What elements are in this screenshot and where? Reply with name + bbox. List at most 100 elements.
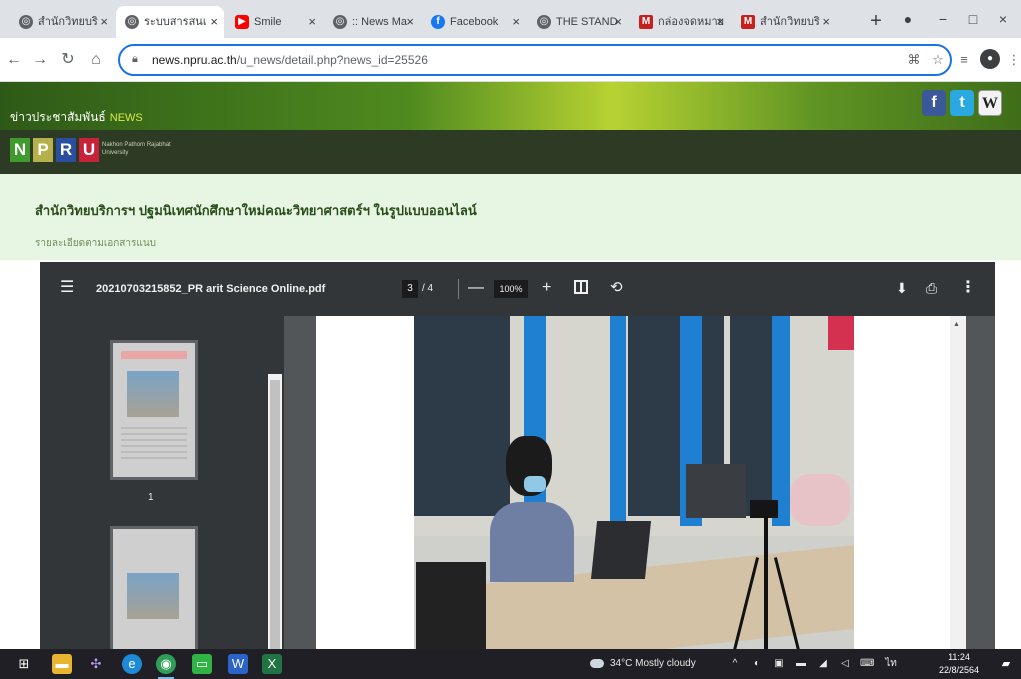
close-icon[interactable]: × (100, 6, 108, 38)
twitter-icon[interactable]: t (950, 90, 974, 116)
thumbnail-label: 1 (148, 492, 154, 503)
tab-label: กล่องจดหมาย (658, 16, 725, 28)
lock-icon[interactable]: 🔒︎ (132, 53, 138, 66)
tab-label: ระบบสารสนเ (144, 16, 207, 28)
pdf-page (316, 316, 950, 650)
article-photo (414, 316, 854, 650)
close-icon[interactable]: × (716, 6, 724, 38)
logo-letter: P (33, 138, 53, 162)
teams-icon[interactable]: ✣ (86, 654, 106, 674)
keyboard-icon[interactable]: ⌨ (860, 656, 874, 672)
pdf-viewer[interactable]: ☰ 20210703215852_PR arit Science Online.… (40, 262, 995, 650)
close-icon[interactable]: × (512, 6, 520, 38)
page-thumbnail[interactable] (110, 340, 198, 480)
close-window-button[interactable]: × (988, 6, 1018, 32)
article-subtitle: รายละเอียดตามเอกสารแนบ (35, 238, 157, 249)
windows-start-icon[interactable]: ⊞ (14, 654, 34, 674)
gmail-icon: M (639, 15, 653, 29)
page-scrollbar[interactable]: ▲ (950, 316, 966, 650)
file-explorer-icon[interactable]: ▬ (52, 654, 72, 674)
browser-tab[interactable]: M กล่องจดหมาย × (630, 6, 730, 38)
close-icon[interactable]: × (210, 6, 218, 38)
youtube-icon: ▶ (235, 15, 249, 29)
close-icon[interactable]: × (406, 6, 414, 38)
address-bar[interactable]: 🔒︎ news.npru.ac.th/u_news/detail.php?new… (118, 44, 952, 76)
gmail-icon: M (741, 15, 755, 29)
word-icon[interactable]: W (228, 654, 248, 674)
browser-tab[interactable]: ◎ สำนักวิทยบริ × (10, 6, 114, 38)
sidebar-scrollbar[interactable] (268, 374, 282, 650)
reading-list-icon[interactable]: ≡ (952, 48, 976, 72)
logo-letter: R (56, 138, 76, 162)
browser-toolbar: ← → ↻ ⌂ 🔒︎ news.npru.ac.th/u_news/detail… (0, 38, 1021, 82)
browser-tab-active[interactable]: ◎ ระบบสารสนเ × (116, 6, 224, 38)
page-thumbnail[interactable] (110, 526, 198, 650)
chrome-profile-icon[interactable]: ● (893, 6, 923, 32)
more-options-icon[interactable]: ⋮ (960, 277, 976, 299)
cloud-icon (590, 658, 604, 668)
zoom-out-button[interactable]: — (468, 277, 484, 299)
weather-widget[interactable]: 34°C Mostly cloudy (590, 649, 696, 679)
npru-logo[interactable]: N P R U (10, 138, 99, 162)
new-tab-button[interactable]: + (862, 8, 890, 36)
zoom-level-input[interactable]: 100% (494, 280, 528, 298)
minimize-button[interactable]: − (928, 6, 958, 32)
facebook-icon: f (431, 15, 445, 29)
close-icon[interactable]: × (822, 6, 830, 38)
page-number-input[interactable]: 3 (402, 280, 418, 298)
tab-label: Smile (254, 16, 282, 28)
wikipedia-icon[interactable]: W (978, 90, 1002, 116)
browser-tab[interactable]: M สำนักวิทยบริ × (732, 6, 836, 38)
facebook-icon[interactable]: f (922, 90, 946, 116)
bookmark-star-icon[interactable]: ☆ (926, 48, 950, 72)
taskbar: ⊞ ▬ ✣ e ◉ ▭ W X 34°C Mostly cloudy ^ ◐ ▣… (0, 649, 1021, 679)
fit-page-icon[interactable] (574, 280, 588, 294)
system-clock[interactable]: 11:24 22/8/2564 (935, 651, 983, 677)
site-title[interactable]: ข่าวประชาสัมพันธ์ NEWS (10, 108, 143, 127)
security-icon[interactable]: ◐ (750, 656, 764, 672)
more-menu-icon[interactable]: ⋮ (1002, 48, 1021, 72)
globe-icon: ◎ (537, 15, 551, 29)
line-icon[interactable]: ▭ (192, 654, 212, 674)
forward-button[interactable]: → (28, 48, 52, 72)
rotate-icon[interactable]: ⟲ (610, 277, 623, 299)
zoom-in-button[interactable]: + (542, 277, 551, 299)
pdf-toolbar: ☰ 20210703215852_PR arit Science Online.… (40, 262, 995, 316)
browser-tab[interactable]: ◎ :: News Ma × (324, 6, 420, 38)
browser-tab[interactable]: ▶ Smile × (226, 6, 322, 38)
pdf-filename: 20210703215852_PR arit Science Online.pd… (96, 283, 326, 295)
scroll-up-icon[interactable]: ▲ (953, 321, 963, 328)
notification-icon[interactable]: ▰ (998, 656, 1014, 672)
tab-label: :: News Ma (352, 16, 408, 28)
hamburger-menu-icon[interactable]: ☰ (60, 278, 74, 298)
tab-label: Facebook (450, 16, 499, 28)
chrome-icon[interactable]: ◉ (156, 654, 176, 679)
maximize-button[interactable]: □ (958, 6, 988, 32)
app-tray-icon[interactable]: ▣ (772, 656, 786, 672)
reload-button[interactable]: ↻ (56, 48, 80, 72)
close-icon[interactable]: × (614, 6, 622, 38)
home-icon[interactable]: ⌂ (84, 48, 108, 72)
article-header: สำนักวิทยบริการฯ ปฐมนิเทศนักศึกษาใหม่คณะ… (0, 174, 1021, 260)
translate-icon[interactable]: ⌘ (902, 48, 926, 72)
clock-date: 22/8/2564 (938, 665, 980, 675)
page-total: / 4 (422, 283, 434, 294)
print-icon[interactable]: ⎙ (926, 277, 937, 299)
avatar[interactable]: ● (980, 49, 1000, 69)
chevron-up-icon[interactable]: ^ (728, 656, 742, 672)
download-icon[interactable]: ⬇ (896, 277, 908, 299)
site-header: ข่าวประชาสัมพันธ์ NEWS N P R U Nakhon Pat… (0, 82, 1021, 174)
chat-icon[interactable]: ▬ (794, 656, 808, 672)
language-indicator[interactable]: ไท (884, 656, 898, 672)
edge-icon[interactable]: e (122, 654, 142, 674)
excel-icon[interactable]: X (262, 654, 282, 674)
logo-letter: U (79, 138, 99, 162)
url-text: news.npru.ac.th/u_news/detail.php?news_i… (152, 53, 428, 67)
clock-time: 11:24 (948, 652, 970, 662)
volume-icon[interactable]: ◁ (838, 656, 852, 672)
browser-tab[interactable]: f Facebook × (422, 6, 526, 38)
browser-tab[interactable]: ◎ THE STAND × (528, 6, 628, 38)
close-icon[interactable]: × (308, 6, 316, 38)
network-icon[interactable]: ◢ (816, 656, 830, 672)
back-button[interactable]: ← (2, 48, 26, 72)
